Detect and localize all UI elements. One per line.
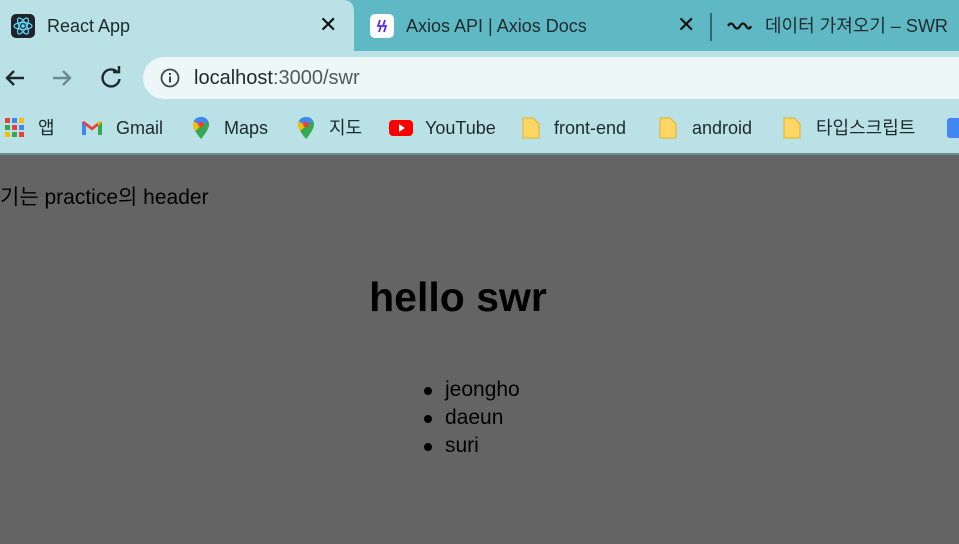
gmail-icon xyxy=(80,116,104,140)
page-title: hello swr xyxy=(369,274,547,320)
tab-title: Axios API | Axios Docs xyxy=(406,16,587,36)
close-icon[interactable]: ✕ xyxy=(319,13,337,37)
bookmarks-bar: 앱 Gmail Maps 지도 YouTube front-end androi… xyxy=(0,105,959,153)
google-icon xyxy=(946,116,959,140)
url-host: localhost xyxy=(194,67,273,89)
tab-swr-docs[interactable]: 데이터 가져오기 – SWR xyxy=(712,0,959,51)
bookmark-label: 타입스크립트 xyxy=(816,118,916,138)
user-list: jeongho daeun suri xyxy=(424,376,520,460)
folder-icon xyxy=(657,116,681,140)
forward-arrow-icon[interactable] xyxy=(48,63,78,93)
tab-strip: React App ✕ Axios API | Axios Docs ✕ 데이터… xyxy=(0,0,959,51)
close-icon[interactable]: ✕ xyxy=(677,13,695,37)
tab-react-app[interactable]: React App ✕ xyxy=(0,0,354,51)
info-icon[interactable] xyxy=(160,68,180,88)
axios-icon xyxy=(370,14,394,38)
maps-pin-icon xyxy=(189,116,213,140)
bookmark-label: Gmail xyxy=(116,118,164,138)
back-arrow-icon[interactable] xyxy=(0,63,30,93)
list-item: suri xyxy=(424,432,520,460)
browser-window: React App ✕ Axios API | Axios Docs ✕ 데이터… xyxy=(0,0,959,544)
url-text[interactable]: localhost:3000/swr xyxy=(194,66,360,90)
tab-axios-docs[interactable]: Axios API | Axios Docs ✕ xyxy=(354,0,710,51)
bookmark-label: YouTube xyxy=(425,118,496,138)
folder-icon xyxy=(520,116,544,140)
tab-title: 데이터 가져오기 – SWR xyxy=(765,16,948,36)
maps-pin-icon xyxy=(294,116,318,140)
bookmark-label: 지도 xyxy=(329,118,363,138)
youtube-icon xyxy=(389,116,413,140)
bookmark-label: android xyxy=(692,118,753,138)
address-bar[interactable]: localhost:3000/swr xyxy=(143,57,959,99)
apps-grid-icon xyxy=(4,116,28,140)
reload-icon[interactable] xyxy=(96,63,126,93)
bookmark-google-overflow[interactable] xyxy=(946,114,959,142)
swr-icon xyxy=(726,14,753,38)
url-path: :3000/swr xyxy=(272,67,360,89)
practice-header: 기는 practice의 header xyxy=(0,186,209,209)
page-content: 기는 practice의 header hello swr jeongho da… xyxy=(0,155,959,544)
list-item: daeun xyxy=(424,404,520,432)
toolbar: localhost:3000/swr xyxy=(0,51,959,105)
list-item: jeongho xyxy=(424,376,520,404)
react-icon xyxy=(11,14,35,38)
bookmark-label: front-end xyxy=(554,118,627,138)
folder-icon xyxy=(781,116,805,140)
bookmark-label: 앱 xyxy=(38,118,55,138)
tab-title: React App xyxy=(47,16,131,36)
bookmark-label: Maps xyxy=(224,118,269,138)
